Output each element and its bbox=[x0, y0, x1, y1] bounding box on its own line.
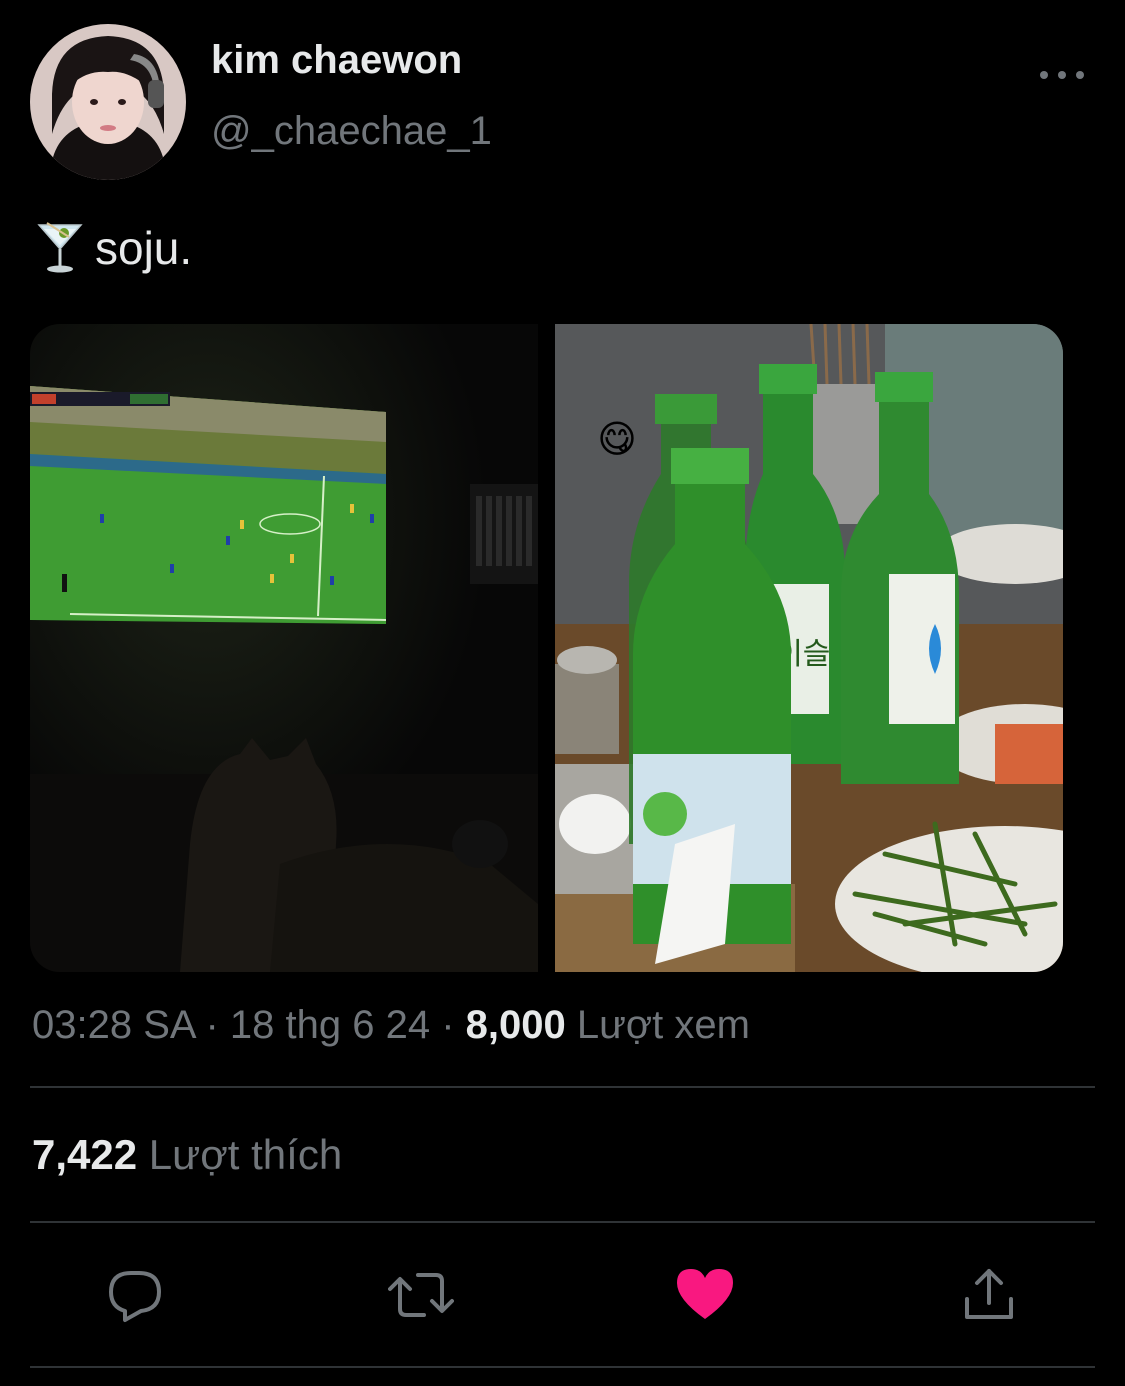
media-grid: 참이슬 😋 bbox=[30, 324, 1063, 972]
likes-stat[interactable]: 7,422 Lượt thích bbox=[32, 1131, 342, 1179]
tweet-date[interactable]: 18 thg 6 24 bbox=[230, 1003, 430, 1047]
divider bbox=[30, 1221, 1095, 1223]
tweet-meta: 03:28 SA · 18 thg 6 24 · 8,000 Lượt xem bbox=[32, 1003, 750, 1048]
media-photo-soju-bottles[interactable]: 참이슬 😋 bbox=[555, 324, 1063, 972]
views-count: 8,000 bbox=[465, 1003, 566, 1047]
more-dot-icon bbox=[1058, 71, 1066, 79]
meta-separator: · bbox=[194, 1003, 230, 1047]
cocktail-glass-icon bbox=[37, 222, 83, 273]
more-dot-icon bbox=[1076, 71, 1084, 79]
retweet-button[interactable] bbox=[388, 1265, 454, 1325]
reply-button[interactable] bbox=[105, 1265, 165, 1325]
display-name[interactable]: kim chaewon bbox=[211, 38, 462, 83]
divider bbox=[30, 1366, 1095, 1368]
media-photo-football-tv[interactable] bbox=[30, 324, 538, 972]
avatar-image bbox=[30, 24, 186, 180]
divider bbox=[30, 1086, 1095, 1088]
tweet-body: soju. bbox=[95, 222, 193, 274]
soju-bottles-photo: 참이슬 😋 bbox=[555, 324, 1063, 972]
football-on-tv-photo bbox=[30, 324, 538, 972]
reply-icon bbox=[109, 1271, 161, 1322]
share-button[interactable] bbox=[959, 1265, 1019, 1325]
views-label: Lượt xem bbox=[576, 1003, 750, 1047]
retweet-icon bbox=[388, 1273, 454, 1317]
face-savoring-food-sticker: 😋 bbox=[597, 419, 637, 461]
tweet-time[interactable]: 03:28 SA bbox=[32, 1003, 194, 1047]
likes-label: Lượt thích bbox=[148, 1131, 343, 1178]
more-dot-icon bbox=[1040, 71, 1048, 79]
user-handle[interactable]: @_chaechae_1 bbox=[211, 109, 492, 154]
meta-separator: · bbox=[430, 1003, 466, 1047]
like-button[interactable] bbox=[675, 1265, 735, 1325]
likes-count: 7,422 bbox=[32, 1131, 138, 1178]
more-options-button[interactable] bbox=[1040, 60, 1084, 90]
share-icon bbox=[965, 1269, 1013, 1319]
avatar[interactable] bbox=[30, 24, 186, 180]
heart-icon bbox=[677, 1269, 733, 1319]
tweet-text: soju. bbox=[35, 221, 192, 275]
